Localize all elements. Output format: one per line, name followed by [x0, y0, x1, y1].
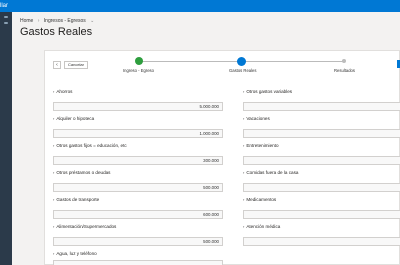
back-button[interactable]: ‹ — [53, 61, 61, 69]
field-label-comidas-fuera: › Comidas fuera de la casa — [243, 170, 299, 175]
field-input-medicamentos[interactable] — [243, 210, 400, 219]
field-label-prestamos: › Otros préstamos o deudas — [53, 170, 111, 175]
step-current-icon — [237, 57, 246, 66]
chevron-right-icon[interactable]: › — [243, 224, 244, 229]
field-input-vacaciones[interactable] — [243, 129, 400, 138]
form-card: ‹ Cancelar Ingreso - Egreso Gastos Reale… — [44, 50, 400, 265]
chevron-down-icon[interactable]: ⌄ — [90, 18, 94, 24]
field-label-entretenimiento: › Entretenimiento — [243, 143, 279, 148]
field-label-ahorros: › Ahorros — [53, 89, 73, 94]
field-input-ahorros[interactable]: 5.000.000 — [53, 102, 223, 111]
chevron-right-icon[interactable]: › — [243, 116, 244, 121]
field-input-atencion-medica[interactable] — [243, 237, 400, 246]
field-input-comidas-fuera[interactable] — [243, 183, 400, 192]
field-input-agua-luz[interactable] — [53, 260, 223, 265]
chevron-right-icon[interactable]: › — [243, 89, 244, 94]
step-label: Resultados — [334, 68, 355, 73]
field-label-atencion-medica: › Atención médica — [243, 224, 281, 229]
field-label-alquiler: › Alquiler o hipoteca — [53, 116, 95, 121]
field-input-otros-gastos-fijos[interactable]: 300.000 — [53, 156, 223, 165]
chevron-right-icon[interactable]: › — [243, 197, 244, 202]
breadcrumb-section[interactable]: Ingresos - Egresos — [44, 18, 86, 24]
nav-item-icon[interactable] — [4, 22, 8, 24]
field-input-transporte[interactable]: 600.000 — [53, 210, 223, 219]
field-label-medicamentos: › Medicamentos — [243, 197, 277, 202]
page-title: Gastos Reales — [20, 26, 93, 38]
page-header: Home › Ingresos - Egresos ⌄ Gastos Reale… — [12, 12, 400, 48]
field-label-agua-luz: › Agua, luz y teléfono — [53, 251, 97, 256]
breadcrumb-separator: › — [37, 18, 40, 24]
chevron-right-icon[interactable]: › — [53, 251, 54, 256]
app-title: llar — [0, 3, 9, 9]
chevron-right-icon[interactable]: › — [53, 89, 54, 94]
field-input-alquiler[interactable]: 1.000.000 — [53, 129, 223, 138]
field-input-otros-gastos-variables[interactable] — [243, 102, 400, 111]
field-label-otros-gastos-variables: › Otros gastos variables — [243, 89, 293, 94]
field-label-vacaciones: › Vacaciones — [243, 116, 270, 121]
step-label: Gastos Reales — [229, 68, 257, 73]
field-input-alimentacion[interactable]: 500.000 — [53, 237, 223, 246]
breadcrumb-home[interactable]: Home — [20, 18, 33, 24]
field-label-alimentacion: › Alimentación/Supermercados — [53, 224, 117, 229]
cancel-button[interactable]: Cancelar — [64, 61, 88, 69]
step-connector — [141, 61, 241, 62]
chevron-right-icon[interactable]: › — [53, 143, 54, 148]
field-label-otros-gastos-fijos: › Otros gastos fijos = educación, etc — [53, 143, 127, 148]
field-input-prestamos[interactable]: 500.000 — [53, 183, 223, 192]
step-pending-icon — [342, 59, 346, 63]
nav-item-icon[interactable] — [4, 16, 8, 18]
field-label-transporte: › Gastos de transporte — [53, 197, 100, 202]
field-input-entretenimiento[interactable] — [243, 156, 400, 165]
chevron-right-icon[interactable]: › — [53, 170, 54, 175]
chevron-right-icon[interactable]: › — [53, 197, 54, 202]
step-connector — [245, 61, 345, 62]
chevron-right-icon[interactable]: › — [243, 170, 244, 175]
chevron-right-icon[interactable]: › — [53, 224, 54, 229]
step-label: Ingreso - Egreso — [123, 68, 154, 73]
top-bar: llar — [0, 0, 400, 12]
chevron-right-icon[interactable]: › — [243, 143, 244, 148]
step-done-icon — [135, 57, 143, 69]
wizard-steps: ‹ Cancelar Ingreso - Egreso Gastos Reale… — [45, 51, 400, 79]
chevron-right-icon[interactable]: › — [53, 116, 54, 121]
breadcrumb: Home › Ingresos - Egresos ⌄ — [20, 18, 97, 24]
left-navigation — [0, 12, 12, 265]
